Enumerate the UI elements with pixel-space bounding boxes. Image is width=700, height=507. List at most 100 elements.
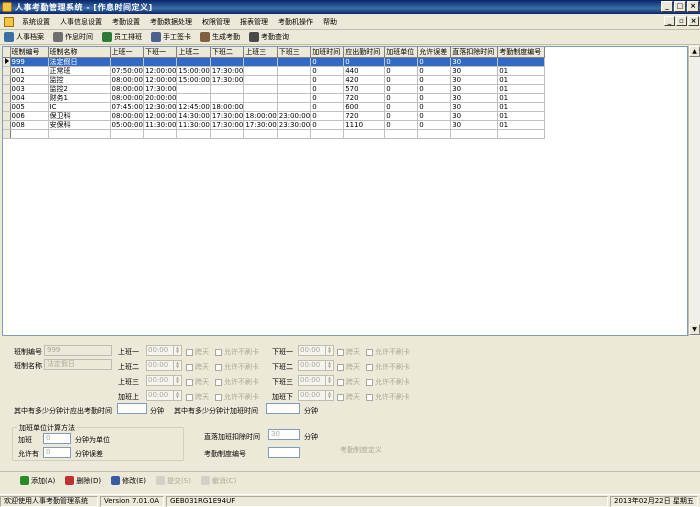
table-cell[interactable]: 12:00:00 — [143, 111, 178, 121]
table-cell[interactable]: 17:30:00 — [210, 75, 245, 85]
table-cell[interactable]: 05:00:00 — [110, 120, 144, 130]
table-cell[interactable]: 0 — [310, 57, 345, 67]
table-cell[interactable]: 0 — [310, 75, 345, 85]
table-cell[interactable]: 01 — [497, 120, 546, 130]
table-cell[interactable]: 12:45:00 — [176, 102, 211, 112]
table-row[interactable]: 008 安保科 05:00:00 11:30:00 11:30:00 17:30:00 17… — [3, 120, 546, 130]
checkbox-box[interactable] — [337, 348, 344, 356]
table-cell[interactable]: 法定假日 — [48, 57, 111, 67]
menu-help[interactable]: 帮助 — [318, 15, 342, 29]
minimize-button[interactable]: _ — [661, 1, 673, 12]
table-cell[interactable]: 30 — [450, 75, 499, 85]
cross-day-checkbox[interactable]: 跨天 — [337, 347, 360, 357]
table-cell[interactable] — [277, 84, 312, 94]
deduct-field[interactable]: 30 — [268, 429, 300, 440]
table-cell[interactable]: 30 — [450, 84, 499, 94]
shift-code-field[interactable]: 999 — [44, 345, 112, 356]
table-cell[interactable]: 0 — [384, 93, 419, 103]
table-cell[interactable] — [176, 84, 211, 94]
mdi-minimize-button[interactable]: _ — [664, 16, 675, 26]
table-cell[interactable]: 11:30:00 — [143, 120, 178, 130]
table-cell[interactable]: 30 — [450, 111, 499, 121]
table-cell[interactable]: 01 — [497, 66, 546, 76]
table-cell[interactable]: 18:00:00 — [243, 111, 278, 121]
row-indicator[interactable] — [3, 120, 11, 130]
table-cell[interactable]: 0 — [384, 111, 419, 121]
row-indicator[interactable] — [3, 57, 11, 67]
table-cell[interactable]: 17:30:00 — [143, 84, 178, 94]
table-cell[interactable]: 003 — [10, 84, 49, 94]
table-cell[interactable] — [277, 75, 312, 85]
table-cell[interactable] — [176, 57, 211, 67]
table-cell[interactable] — [243, 84, 278, 94]
table-cell[interactable]: 01 — [497, 84, 546, 94]
table-row[interactable]: 999 法定假日 0 0 0 0 30 — [3, 57, 546, 67]
table-cell[interactable]: 安保科 — [48, 120, 111, 130]
column-header[interactable]: 班制编号 — [10, 47, 49, 58]
column-header[interactable]: 加班时间 — [310, 47, 345, 58]
table-cell[interactable]: 005 — [10, 102, 49, 112]
table-cell[interactable]: 23:00:00 — [277, 111, 312, 121]
undo-button[interactable]: 撤消(C) — [200, 476, 236, 486]
table-cell[interactable]: 14:30:00 — [176, 111, 211, 121]
cross-day-checkbox[interactable]: 跨天 — [337, 392, 360, 402]
spin-arrows-icon[interactable]: ▲ ▼ — [325, 346, 333, 355]
table-cell[interactable]: 20:00:00 — [143, 93, 178, 103]
cross-day-checkbox[interactable]: 跨天 — [337, 362, 360, 372]
tool-manual-card[interactable]: 手工签卡 — [151, 32, 191, 42]
table-cell[interactable] — [110, 57, 144, 67]
table-cell[interactable]: 0 — [384, 66, 419, 76]
table-cell[interactable]: 01 — [497, 102, 546, 112]
cross-day-checkbox[interactable]: 跨天 — [186, 347, 209, 357]
checkbox-box[interactable] — [186, 393, 193, 401]
table-cell[interactable]: 0 — [417, 111, 452, 121]
on-duty-1-time[interactable]: 00:00 ▲ ▼ — [146, 345, 182, 356]
table-row[interactable]: 001 正常班 07:50:00 12:00:00 15:00:00 17:30:00 0 4… — [3, 66, 546, 76]
no-card-checkbox[interactable]: 允许不刷卡 — [366, 347, 410, 357]
table-cell[interactable]: 30 — [450, 93, 499, 103]
menu-permissions[interactable]: 权限管理 — [197, 15, 235, 29]
table-cell[interactable] — [497, 57, 546, 67]
table-cell[interactable]: 420 — [343, 75, 386, 85]
table-cell[interactable] — [243, 66, 278, 76]
table-cell[interactable]: 17:30:00 — [243, 120, 278, 130]
spin-arrows-icon[interactable]: ▲ ▼ — [325, 376, 333, 385]
overtime-on-time[interactable]: 00:00 ▲ ▼ — [146, 390, 182, 401]
checkbox-box[interactable] — [215, 393, 222, 401]
table-cell[interactable] — [143, 57, 178, 67]
table-cell[interactable]: 0 — [384, 120, 419, 130]
column-header[interactable]: 上班一 — [110, 47, 144, 58]
checkbox-box[interactable] — [337, 393, 344, 401]
table-cell[interactable] — [243, 93, 278, 103]
table-cell[interactable]: 17:30:00 — [210, 66, 245, 76]
table-row[interactable]: 006 保卫科 08:00:00 12:00:00 14:30:00 17:30:00 18… — [3, 111, 546, 121]
table-cell[interactable]: 07:45:00 — [110, 102, 144, 112]
table-cell[interactable]: 17:30:00 — [210, 111, 245, 121]
table-cell[interactable] — [176, 93, 211, 103]
table-cell[interactable]: IC — [48, 102, 111, 112]
table-cell[interactable]: 0 — [310, 66, 345, 76]
cross-day-checkbox[interactable]: 跨天 — [186, 377, 209, 387]
table-cell[interactable]: 0 — [417, 93, 452, 103]
table-cell[interactable] — [243, 75, 278, 85]
column-header[interactable]: 考勤制度编号 — [497, 47, 546, 58]
table-cell[interactable]: 0 — [310, 120, 345, 130]
no-card-checkbox[interactable]: 允许不刷卡 — [215, 362, 259, 372]
column-header[interactable]: 允许误差 — [417, 47, 452, 58]
row-indicator[interactable] — [3, 66, 11, 76]
menu-device[interactable]: 考勤机操作 — [273, 15, 318, 29]
table-cell[interactable]: 08:00:00 — [110, 84, 144, 94]
mdi-close-button[interactable]: × — [688, 16, 699, 26]
table-cell[interactable]: 0 — [384, 102, 419, 112]
table-cell[interactable]: 0 — [417, 102, 452, 112]
checkbox-box[interactable] — [337, 378, 344, 386]
table-cell[interactable]: 12:00:00 — [143, 75, 178, 85]
spin-arrows-icon[interactable]: ▲ ▼ — [325, 361, 333, 370]
column-header[interactable]: 下班三 — [277, 47, 312, 58]
table-cell[interactable]: 保卫科 — [48, 111, 111, 121]
off-duty-3-time[interactable]: 00:00 ▲ ▼ — [298, 375, 334, 386]
table-cell[interactable]: 财务1 — [48, 93, 111, 103]
spin-arrows-icon[interactable]: ▲ ▼ — [325, 391, 333, 400]
table-cell[interactable]: 0 — [417, 120, 452, 130]
row-indicator[interactable] — [3, 93, 11, 103]
